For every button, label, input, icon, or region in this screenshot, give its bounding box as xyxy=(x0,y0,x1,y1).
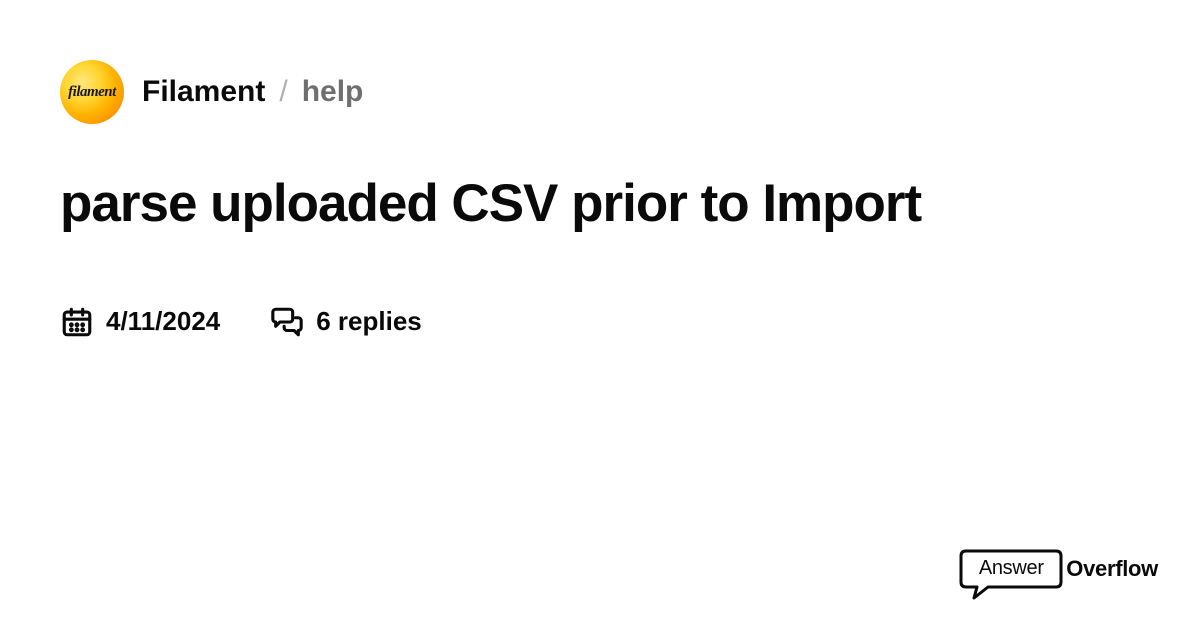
replies-text: 6 replies xyxy=(316,306,422,337)
avatar-label: filament xyxy=(68,84,116,101)
brand-logo: Answer Overflow xyxy=(958,548,1158,600)
brand-word-2: Overflow xyxy=(1066,556,1158,582)
breadcrumb-community: Filament xyxy=(142,75,265,109)
date-text: 4/11/2024 xyxy=(106,306,220,337)
post-title: parse uploaded CSV prior to Import xyxy=(60,174,1140,235)
replies-icon xyxy=(270,305,304,339)
breadcrumb-channel: help xyxy=(302,75,364,109)
meta-date: 4/11/2024 xyxy=(60,305,220,339)
calendar-icon xyxy=(60,305,94,339)
breadcrumb: Filament / help xyxy=(142,75,363,109)
breadcrumb-separator: / xyxy=(279,75,287,109)
community-avatar: filament xyxy=(60,60,124,124)
meta-replies: 6 replies xyxy=(270,305,422,339)
header: filament Filament / help xyxy=(60,60,1140,124)
brand-bubble: Answer xyxy=(958,548,1064,600)
brand-word-1: Answer xyxy=(958,557,1064,580)
post-meta: 4/11/2024 6 replies xyxy=(60,305,1140,339)
